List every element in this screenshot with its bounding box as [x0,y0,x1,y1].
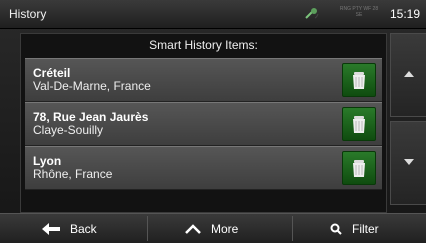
scroll-controls [390,33,426,211]
chevron-up-icon [185,223,201,234]
history-list: Smart History Items: Créteil Val-De-Marn… [20,33,387,213]
more-label: More [211,221,239,236]
divider [147,216,148,241]
chevron-up-icon [404,71,414,77]
history-item[interactable]: 78, Rue Jean Jaurès Claye-Souilly [25,102,382,146]
chevron-down-icon [404,159,414,165]
search-icon [330,223,342,235]
more-button[interactable]: More [185,214,238,243]
item-subtitle: Val-De-Marne, France [33,79,151,93]
back-label: Back [70,221,97,236]
back-button[interactable]: Back [42,214,97,243]
filter-button[interactable]: Filter [330,214,379,243]
trash-icon [353,160,365,177]
item-subtitle: Claye-Souilly [33,123,104,137]
divider [292,216,293,241]
bottom-toolbar: Back More Filter [0,213,426,243]
scroll-up-button[interactable] [390,33,426,117]
item-subtitle: Rhône, France [33,167,113,181]
scroll-down-button[interactable] [390,121,426,205]
list-header: Smart History Items: [149,38,258,52]
trash-icon [353,72,365,89]
item-name: 78, Rue Jean Jaurès [33,110,149,124]
filter-label: Filter [352,221,379,236]
arrow-left-icon [42,222,60,235]
speed-limit-indicator: RNG PTY WF 28 SE [339,6,379,18]
delete-button[interactable] [342,63,376,97]
status-bar: History RNG PTY WF 28 SE 15:19 [0,0,426,29]
history-item[interactable]: Lyon Rhône, France [25,146,382,190]
item-name: Créteil [33,66,71,80]
delete-button[interactable] [342,151,376,185]
screen-title: History [9,7,47,21]
item-name: Lyon [33,154,62,168]
clock: 15:19 [390,7,421,21]
delete-button[interactable] [342,107,376,141]
trash-icon [353,116,365,133]
navigation-screen: History RNG PTY WF 28 SE 15:19 Smart His… [0,0,426,243]
gps-satellite-icon [305,8,319,19]
history-item[interactable]: Créteil Val-De-Marne, France [25,58,382,102]
